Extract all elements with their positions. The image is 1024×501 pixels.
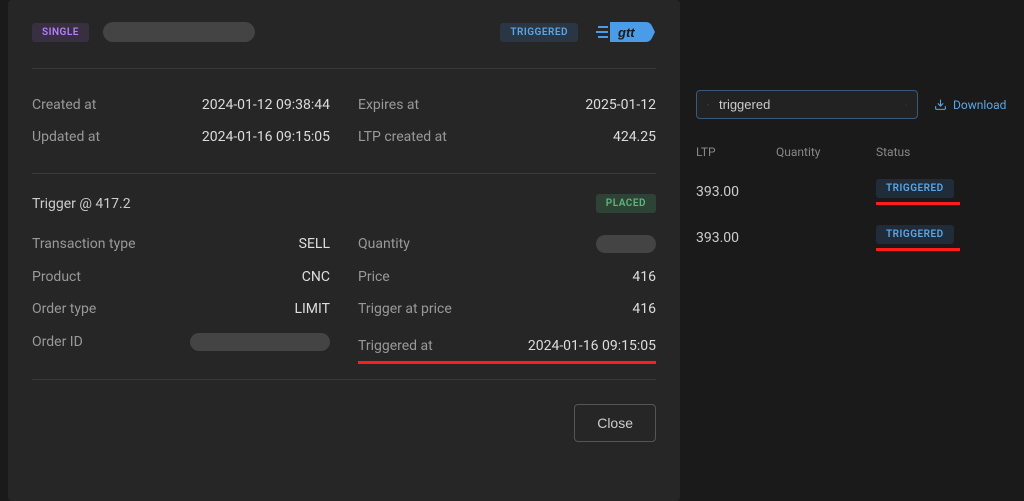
trigger-grid: Transaction type SELL Quantity Product C…: [32, 227, 656, 359]
gtt-logo-icon: gtt: [596, 20, 656, 44]
row-ltp: 393.00: [696, 230, 776, 246]
header-right: TRIGGERED gtt: [500, 20, 656, 44]
order-id-row: Order ID: [32, 325, 330, 359]
table-row[interactable]: 393.00 TRIGGERED: [692, 215, 1016, 261]
table-row[interactable]: 393.00 TRIGGERED: [692, 169, 1016, 215]
annotation-underline: [876, 248, 960, 251]
search-wrap[interactable]: [696, 90, 918, 119]
product-label: Product: [32, 269, 81, 285]
created-at-row: Created at 2024-01-12 09:38:44: [32, 89, 330, 121]
col-status-header: Status: [876, 145, 1012, 159]
col-qty-header: Quantity: [776, 145, 876, 159]
product-value: CNC: [302, 269, 330, 285]
info-grid: Created at 2024-01-12 09:38:44 Expires a…: [32, 69, 656, 173]
trigger-price-row: Trigger at price 416: [358, 293, 656, 325]
side-controls: Download: [692, 90, 1016, 135]
trigger-header: Trigger @ 417.2 PLACED: [32, 188, 656, 227]
row-status-badge: TRIGGERED: [876, 225, 954, 244]
clear-icon[interactable]: [905, 98, 907, 112]
modal-header: SINGLE TRIGGERED gtt: [32, 20, 656, 69]
triggered-at-value: 2024-01-16 09:15:05: [528, 338, 656, 354]
trigger-price-value: 416: [632, 301, 656, 317]
expires-at-value: 2025-01-12: [585, 97, 656, 113]
status-badge: TRIGGERED: [500, 23, 578, 42]
side-panel: Download LTP Quantity Status 393.00 TRIG…: [692, 0, 1016, 501]
created-at-label: Created at: [32, 97, 96, 113]
price-label: Price: [358, 269, 390, 285]
annotation-underline: [876, 202, 960, 205]
download-icon: [934, 98, 947, 111]
order-id-value-redacted: [190, 333, 330, 351]
trigger-section: Trigger @ 417.2 PLACED Transaction type …: [32, 173, 656, 380]
search-icon: [707, 98, 709, 112]
trigger-title: Trigger @ 417.2: [32, 196, 131, 212]
quantity-row: Quantity: [358, 227, 656, 261]
instrument-name-redacted: [103, 22, 255, 42]
txn-type-value: SELL: [299, 236, 330, 252]
close-button[interactable]: Close: [574, 404, 656, 442]
product-row: Product CNC: [32, 261, 330, 293]
quantity-value-redacted: [596, 235, 656, 253]
txn-type-row: Transaction type SELL: [32, 227, 330, 261]
created-at-value: 2024-01-12 09:38:44: [202, 97, 330, 113]
expires-at-row: Expires at 2025-01-12: [358, 89, 656, 121]
download-label: Download: [953, 98, 1006, 112]
row-status-badge: TRIGGERED: [876, 179, 954, 198]
expires-at-label: Expires at: [358, 97, 419, 113]
updated-at-value: 2024-01-16 09:15:05: [202, 129, 330, 145]
quantity-label: Quantity: [358, 236, 410, 252]
order-type-label: Order type: [32, 301, 96, 317]
modal-footer: Close: [32, 380, 656, 442]
price-row: Price 416: [358, 261, 656, 293]
ltp-created-value: 424.25: [613, 129, 656, 145]
gtt-detail-modal: SINGLE TRIGGERED gtt Created at 20: [8, 0, 680, 501]
txn-type-label: Transaction type: [32, 236, 136, 252]
ltp-created-row: LTP created at 424.25: [358, 121, 656, 153]
updated-at-row: Updated at 2024-01-16 09:15:05: [32, 121, 330, 153]
table-header: LTP Quantity Status: [692, 135, 1016, 169]
updated-at-label: Updated at: [32, 129, 100, 145]
search-input[interactable]: [719, 97, 895, 112]
download-link[interactable]: Download: [934, 98, 1006, 112]
triggered-at-label: Triggered at: [358, 338, 433, 354]
trigger-price-label: Trigger at price: [358, 301, 452, 317]
svg-text:gtt: gtt: [617, 25, 635, 40]
price-value: 416: [632, 269, 656, 285]
row-status: TRIGGERED: [876, 179, 1012, 205]
header-left: SINGLE: [32, 22, 255, 42]
ltp-created-label: LTP created at: [358, 129, 447, 145]
triggered-at-row: Triggered at 2024-01-16 09:15:05: [358, 325, 656, 364]
order-id-label: Order ID: [32, 334, 83, 350]
row-ltp: 393.00: [696, 184, 776, 200]
row-status: TRIGGERED: [876, 225, 1012, 251]
order-type-value: LIMIT: [294, 301, 330, 317]
type-badge: SINGLE: [32, 23, 89, 42]
order-type-row: Order type LIMIT: [32, 293, 330, 325]
placed-badge: PLACED: [596, 194, 656, 213]
col-ltp-header: LTP: [696, 145, 776, 159]
